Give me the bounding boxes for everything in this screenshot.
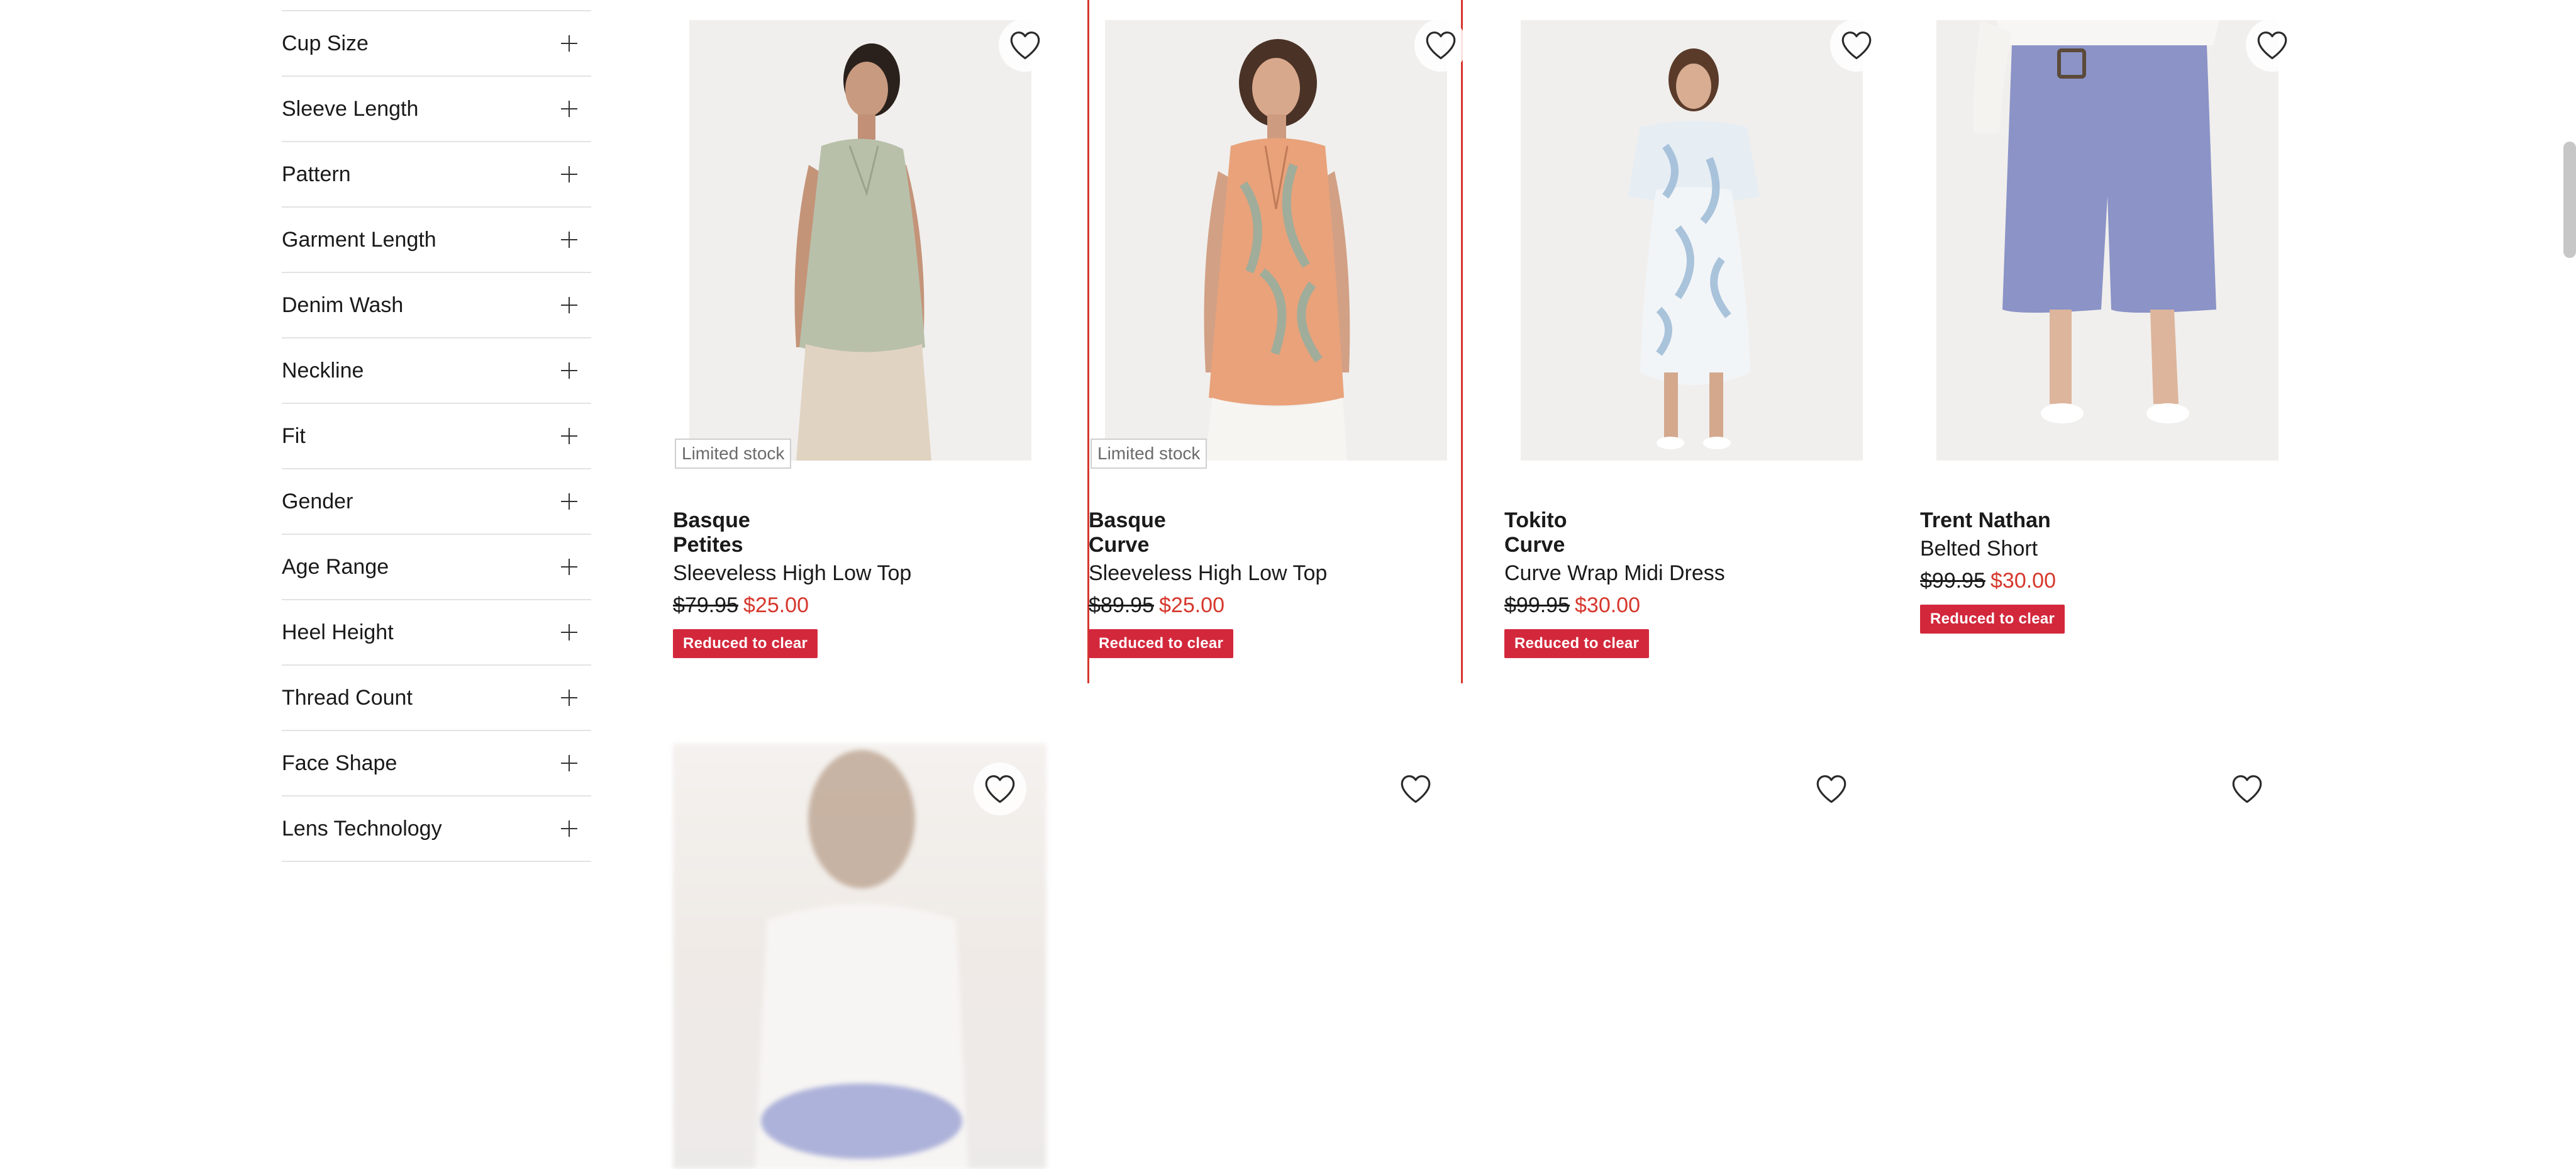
filter-pattern[interactable]: Pattern (282, 142, 591, 208)
heart-outline-icon (2254, 27, 2290, 64)
filter-thread-count[interactable]: Thread Count (282, 666, 591, 731)
filter-garment-length[interactable]: Garment Length (282, 208, 591, 273)
wishlist-button[interactable] (1389, 763, 1442, 815)
plus-icon (561, 232, 577, 248)
plus-icon (561, 101, 577, 117)
plus-icon (561, 428, 577, 444)
wishlist-button[interactable] (974, 763, 1026, 815)
filter-age-range[interactable]: Age Range (282, 535, 591, 600)
product-info: Basque Petites Sleeveless High Low Top $… (673, 508, 1050, 658)
wishlist-button[interactable] (2221, 763, 2273, 815)
wishlist-button[interactable] (1830, 19, 1883, 72)
filter-sidebar: Cup Size Sleeve Length Pattern Garment L… (282, 10, 591, 862)
product-name[interactable]: Belted Short (1920, 535, 2285, 562)
limited-stock-badge: Limited stock (675, 439, 792, 469)
scrollbar-thumb[interactable] (2563, 142, 2576, 258)
focus-outline-right (1461, 0, 1463, 683)
product-brand[interactable]: Basque (673, 508, 1050, 533)
filter-cup-size[interactable]: Cup Size (282, 11, 591, 77)
heart-outline-icon (982, 771, 1018, 807)
heart-outline-icon (2229, 771, 2265, 807)
filter-label: Denim Wash (282, 293, 404, 317)
filter-label: Heel Height (282, 620, 394, 644)
filter-label: Gender (282, 489, 353, 513)
was-price: $99.95 (1920, 569, 1985, 593)
product-sub-brand: Curve (1504, 533, 1565, 557)
product-image[interactable] (1105, 20, 1447, 461)
plus-icon (561, 493, 577, 510)
filter-face-shape[interactable]: Face Shape (282, 731, 591, 797)
sale-price: $25.00 (743, 593, 809, 617)
wishlist-button[interactable] (999, 19, 1052, 72)
was-price: $89.95 (1089, 593, 1154, 617)
reduced-to-clear-badge: Reduced to clear (1920, 605, 2065, 634)
filter-label: Sleeve Length (282, 96, 419, 121)
filter-gender[interactable]: Gender (282, 469, 591, 535)
product-image[interactable] (1936, 20, 2279, 461)
heart-outline-icon (1813, 771, 1850, 807)
product-brand[interactable]: Tokito (1504, 508, 1869, 533)
plus-icon (561, 35, 577, 52)
product-price: $99.95 $30.00 (1920, 569, 2285, 593)
product-photo (689, 20, 1031, 461)
plus-icon (561, 559, 577, 575)
product-price: $89.95 $25.00 (1089, 593, 1453, 618)
product-photo (1936, 20, 2279, 461)
product-image[interactable] (1521, 20, 1863, 461)
filter-fit[interactable]: Fit (282, 404, 591, 469)
filter-denim-wash[interactable]: Denim Wash (282, 273, 591, 338)
plus-icon (561, 624, 577, 640)
product-sub-brand: Petites (673, 533, 743, 557)
filter-lens-technology[interactable]: Lens Technology (282, 797, 591, 862)
product-image[interactable] (689, 20, 1031, 461)
plus-icon (561, 362, 577, 379)
product-photo (1521, 20, 1863, 461)
filter-label: Neckline (282, 358, 364, 383)
filter-label: Face Shape (282, 751, 397, 775)
plus-icon (561, 166, 577, 182)
filter-label: Thread Count (282, 685, 413, 710)
wishlist-button[interactable] (1805, 763, 1858, 815)
filter-neckline[interactable]: Neckline (282, 338, 591, 404)
filter-sleeve-length[interactable]: Sleeve Length (282, 77, 591, 142)
filter-label: Age Range (282, 554, 389, 579)
product-brand[interactable]: Basque (1089, 508, 1453, 533)
product-name[interactable]: Sleeveless High Low Top (1089, 559, 1453, 587)
reduced-to-clear-badge: Reduced to clear (1089, 629, 1234, 658)
limited-stock-badge: Limited stock (1091, 439, 1208, 469)
product-price: $99.95 $30.00 (1504, 593, 1869, 618)
filter-label: Cup Size (282, 31, 369, 55)
heart-outline-icon (1838, 27, 1875, 64)
product-name[interactable]: Curve Wrap Midi Dress (1504, 559, 1869, 587)
sale-price: $30.00 (1575, 593, 1640, 617)
product-info: Tokito Curve Curve Wrap Midi Dress $99.9… (1504, 508, 1869, 658)
product-info: Trent Nathan Belted Short $99.95 $30.00 R… (1920, 508, 2285, 634)
plus-icon (561, 820, 577, 837)
wishlist-button[interactable] (2246, 19, 2299, 72)
was-price: $79.95 (673, 593, 738, 617)
product-name[interactable]: Sleeveless High Low Top (673, 559, 1050, 587)
filter-label: Pattern (282, 162, 351, 186)
plus-icon (561, 755, 577, 771)
filter-label: Garment Length (282, 227, 436, 252)
filter-label: Fit (282, 423, 306, 448)
sale-price: $30.00 (1990, 569, 2056, 593)
reduced-to-clear-badge: Reduced to clear (673, 629, 818, 658)
plus-icon (561, 690, 577, 706)
product-brand[interactable]: Trent Nathan (1920, 508, 2285, 533)
product-info: Basque Curve Sleeveless High Low Top $89… (1089, 508, 1453, 658)
heart-outline-icon (1007, 27, 1043, 64)
sale-price: $25.00 (1159, 593, 1224, 617)
reduced-to-clear-badge: Reduced to clear (1504, 629, 1650, 658)
product-price: $79.95 $25.00 (673, 593, 1050, 618)
filter-heel-height[interactable]: Heel Height (282, 600, 591, 666)
was-price: $99.95 (1504, 593, 1570, 617)
product-sub-brand: Curve (1089, 533, 1150, 557)
wishlist-button[interactable] (1414, 19, 1467, 72)
product-photo (1105, 20, 1447, 461)
filter-label: Lens Technology (282, 816, 442, 841)
heart-outline-icon (1397, 771, 1434, 807)
plus-icon (561, 297, 577, 313)
heart-outline-icon (1423, 27, 1459, 64)
